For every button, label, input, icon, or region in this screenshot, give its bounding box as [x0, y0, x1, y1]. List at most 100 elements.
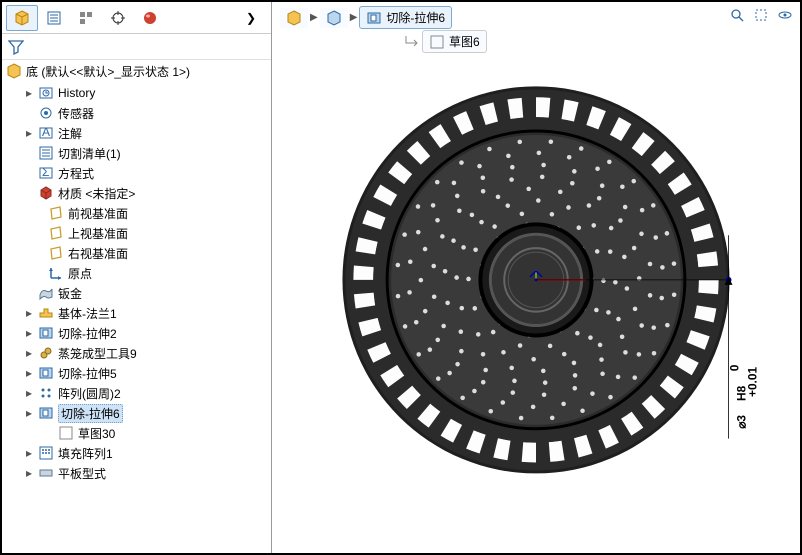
tree-item-sketch30[interactable]: 草图30	[2, 423, 271, 443]
sketch-icon	[58, 425, 74, 441]
expand-toggle	[34, 268, 44, 278]
cut-icon	[38, 405, 54, 421]
expand-toggle[interactable]: ▸	[24, 328, 34, 338]
sphere-icon	[142, 10, 158, 26]
plane-icon	[48, 205, 64, 221]
expand-toggle	[34, 228, 44, 238]
expand-toggle[interactable]: ▸	[24, 348, 34, 358]
viewport[interactable]: ▶ ▶ 切除-拉伸6 草图6 ⌀3 H8 +0.01 0	[272, 2, 800, 553]
list-icon	[46, 10, 62, 26]
tree-item-cut2[interactable]: ▸ 切除-拉伸2	[2, 323, 271, 343]
tree-item-pattern2[interactable]: ▸ 阵列(圆周)2	[2, 383, 271, 403]
expand-toggle[interactable]: ▸	[24, 388, 34, 398]
expand-toggle[interactable]: ▸	[24, 468, 34, 478]
tree-label: 切割清单(1)	[58, 145, 121, 162]
tree-item-material[interactable]: 材质 <未指定>	[2, 183, 271, 203]
tree-label: 蒸笼成型工具9	[58, 345, 137, 362]
tree-label: 上视基准面	[68, 225, 128, 242]
pattern-icon	[38, 385, 54, 401]
cut-icon	[38, 365, 54, 381]
expand-toggle[interactable]: ▸	[24, 88, 34, 98]
expand-toggle[interactable]: ▸	[24, 368, 34, 378]
flatpattern-icon	[38, 465, 54, 481]
tree-item-cutlist[interactable]: 切割清单(1)	[2, 143, 271, 163]
plane-icon	[48, 245, 64, 261]
tree-item-top-plane[interactable]: 上视基准面	[2, 223, 271, 243]
filter-row	[2, 34, 271, 60]
tree-label: 阵列(圆周)2	[58, 385, 121, 402]
baseflange-icon	[38, 305, 54, 321]
part-icon	[6, 63, 22, 79]
cut-icon	[38, 325, 54, 341]
svg-text:Σ: Σ	[42, 165, 49, 179]
tree-label: 钣金	[58, 285, 82, 302]
expand-toggle[interactable]: ▸	[24, 408, 34, 418]
expand-toggle	[24, 188, 34, 198]
history-icon	[38, 85, 54, 101]
dim-upper: +0.01	[745, 367, 759, 397]
tree-item-formtool[interactable]: ▸ 蒸笼成型工具9	[2, 343, 271, 363]
tree-label: 草图30	[78, 425, 115, 442]
tree-label: 平板型式	[58, 465, 106, 482]
target-icon	[110, 10, 126, 26]
tab-appearance[interactable]	[134, 5, 166, 31]
tree-label: 切除-拉伸5	[58, 365, 117, 382]
tree-item-equation[interactable]: Σ 方程式	[2, 163, 271, 183]
plane-icon	[48, 225, 64, 241]
tree-item-annotation[interactable]: ▸ A 注解	[2, 123, 271, 143]
tree-item-fillpattern[interactable]: ▸填充阵列1	[2, 443, 271, 463]
tree-item-sensor[interactable]: 传感器	[2, 103, 271, 123]
tab-dimxpert[interactable]	[102, 5, 134, 31]
model-canvas: ⌀3 H8 +0.01 0	[272, 2, 800, 551]
expand-toggle[interactable]: ▸	[24, 448, 34, 458]
equation-icon: Σ	[38, 165, 54, 181]
chevron-right-icon: ❯	[246, 11, 256, 25]
tree-item-right-plane[interactable]: 右视基准面	[2, 243, 271, 263]
tab-feature-tree[interactable]	[6, 5, 38, 31]
tree-item-baseflange[interactable]: ▸ 基体-法兰1	[2, 303, 271, 323]
origin-icon	[48, 265, 64, 281]
expand-toggle[interactable]: ▸	[24, 308, 34, 318]
tabs-overflow[interactable]: ❯	[235, 5, 267, 31]
tree-label: 右视基准面	[68, 245, 128, 262]
formtool-icon	[38, 345, 54, 361]
sensor-icon	[38, 105, 54, 121]
expand-toggle[interactable]: ▸	[24, 128, 34, 138]
tree-label: History	[58, 86, 95, 100]
tree-item-cut5[interactable]: ▸ 切除-拉伸5	[2, 363, 271, 383]
tab-config[interactable]	[70, 5, 102, 31]
expand-toggle	[44, 428, 54, 438]
tree-label: 原点	[68, 265, 92, 282]
tab-property[interactable]	[38, 5, 70, 31]
tree-label: 切除-拉伸6	[58, 404, 123, 423]
tree-label: 基体-法兰1	[58, 305, 117, 322]
tree-item-cut6[interactable]: ▸ 切除-拉伸6	[2, 403, 271, 423]
dim-value: ⌀3	[734, 415, 748, 429]
tree-label: 前视基准面	[68, 205, 128, 222]
tree-label: 传感器	[58, 105, 94, 122]
tree-label: 材质 <未指定>	[58, 185, 135, 202]
part-name-label: 底 (默认<<默认>_显示状态 1>)	[26, 63, 190, 80]
tree-item-flatpattern[interactable]: ▸ 平板型式	[2, 463, 271, 483]
tree-label: 切除-拉伸2	[58, 325, 117, 342]
cube-gold-icon	[14, 10, 30, 26]
funnel-icon[interactable]	[8, 39, 24, 55]
annotation-icon: A	[38, 125, 54, 141]
svg-text:A: A	[42, 125, 50, 139]
fillpattern-icon	[38, 445, 54, 461]
expand-toggle	[34, 208, 44, 218]
tree-label: 注解	[58, 125, 82, 142]
dim-lower: 0	[727, 364, 741, 371]
feature-tree-panel: ❯ 底 (默认<<默认>_显示状态 1>) ▸ History 传感器 ▸ A 注解切割清…	[2, 2, 272, 553]
tree-label: 方程式	[58, 165, 94, 182]
material-icon	[38, 185, 54, 201]
part-root[interactable]: 底 (默认<<默认>_显示状态 1>)	[2, 60, 271, 82]
expand-toggle	[24, 108, 34, 118]
tree-item-history[interactable]: ▸ History	[2, 83, 271, 103]
tree-item-sheetmetal[interactable]: 钣金	[2, 283, 271, 303]
expand-toggle	[24, 168, 34, 178]
tree-item-origin[interactable]: 原点	[2, 263, 271, 283]
config-icon	[78, 10, 94, 26]
tree-item-front-plane[interactable]: 前视基准面	[2, 203, 271, 223]
cutlist-icon	[38, 145, 54, 161]
